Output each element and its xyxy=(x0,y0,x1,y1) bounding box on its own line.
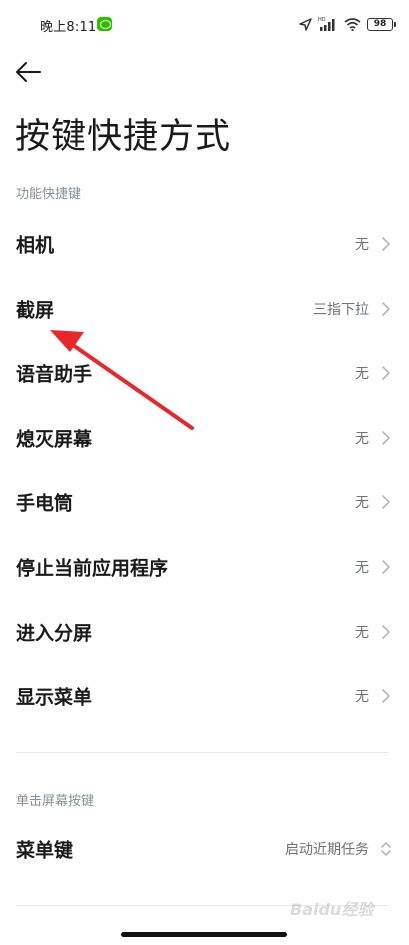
setting-row-flashlight[interactable]: 手电筒 无 xyxy=(0,470,409,534)
chevron-right-icon xyxy=(382,302,390,316)
chevron-right-icon xyxy=(382,625,390,639)
setting-row-camera[interactable]: 相机 无 xyxy=(0,212,409,276)
row-label: 手电筒 xyxy=(16,492,74,515)
chevron-right-icon xyxy=(382,366,390,380)
row-label: 菜单键 xyxy=(16,839,74,862)
status-icons: HD 98 xyxy=(299,14,396,34)
setting-row-split-screen[interactable]: 进入分屏 无 xyxy=(0,600,409,664)
status-time: 晚上8:11 xyxy=(40,20,97,35)
row-label: 进入分屏 xyxy=(16,622,93,645)
row-label: 截屏 xyxy=(16,299,55,322)
setting-row-show-menu[interactable]: 显示菜单 无 xyxy=(0,664,409,728)
home-indicator[interactable] xyxy=(121,932,287,937)
row-value: 无 xyxy=(355,366,369,382)
row-label: 相机 xyxy=(16,234,55,257)
row-value: 无 xyxy=(355,431,369,447)
chevron-right-icon xyxy=(382,689,390,703)
wechat-icon xyxy=(97,17,112,31)
setting-row-menu-key[interactable]: 菜单键 启动近期任务 xyxy=(0,817,409,881)
page-title: 按键快捷方式 xyxy=(15,117,232,157)
setting-row-voice-assistant[interactable]: 语音助手 无 xyxy=(0,341,409,405)
row-value: 三指下拉 xyxy=(313,302,369,318)
svg-text:HD: HD xyxy=(318,17,326,23)
row-label: 停止当前应用程序 xyxy=(16,557,169,580)
status-bar: 晚上8:11 HD 98 xyxy=(0,0,409,48)
setting-row-turn-off-screen[interactable]: 熄灭屏幕 无 xyxy=(0,406,409,470)
row-value: 无 xyxy=(355,625,369,641)
section-header-function-shortcuts: 功能快捷键 xyxy=(16,187,82,202)
section-header-screen-buttons: 单击屏幕按键 xyxy=(16,794,95,809)
setting-row-stop-current-app[interactable]: 停止当前应用程序 无 xyxy=(0,535,409,599)
battery-icon: 98 xyxy=(367,17,396,31)
watermark: Baidu经验 xyxy=(290,900,374,919)
wifi-icon xyxy=(344,18,361,31)
row-value: 无 xyxy=(355,560,369,576)
row-value: 无 xyxy=(355,689,369,705)
row-value: 启动近期任务 xyxy=(285,842,369,858)
arrow-left-icon xyxy=(16,62,41,82)
chevron-up-down-icon xyxy=(381,842,391,856)
section-divider xyxy=(16,752,388,753)
row-label: 语音助手 xyxy=(16,363,93,386)
chevron-right-icon xyxy=(382,560,390,574)
row-value: 无 xyxy=(355,495,369,511)
row-value: 无 xyxy=(355,237,369,253)
row-label: 熄灭屏幕 xyxy=(16,428,93,451)
back-button[interactable] xyxy=(14,60,48,88)
hd-signal-icon: HD xyxy=(318,17,335,31)
chevron-right-icon xyxy=(382,237,390,251)
location-icon xyxy=(299,17,312,31)
chevron-right-icon xyxy=(382,431,390,445)
chevron-right-icon xyxy=(382,495,390,509)
setting-row-screenshot[interactable]: 截屏 三指下拉 xyxy=(0,277,409,341)
row-label: 显示菜单 xyxy=(16,686,93,709)
